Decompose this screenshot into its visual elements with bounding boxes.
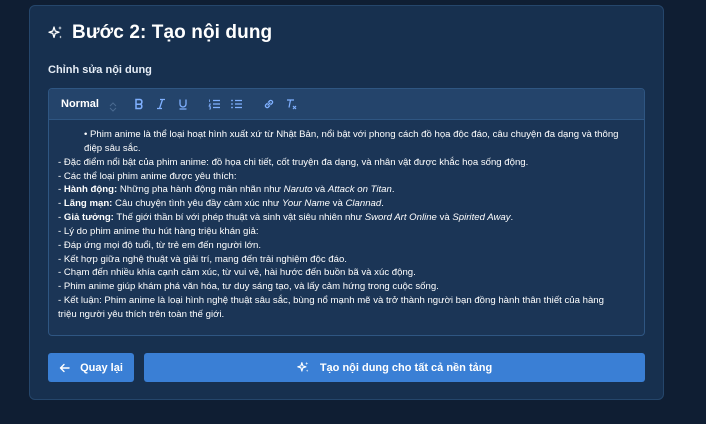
list-item: triệu người yêu thích trên toàn thế giới… [58, 308, 225, 320]
underline-icon[interactable] [175, 97, 191, 111]
arrow-left-icon [59, 363, 70, 373]
editor-toolbar: Normal [49, 89, 644, 120]
list-item: - Lãng mạn: Câu chuyện tình yêu đầy cảm … [58, 198, 384, 210]
step-card: Bước 2: Tạo nội dung Chỉnh sửa nội dung … [29, 5, 664, 400]
list-item: - Kết hợp giữa nghệ thuật và giải trí, m… [58, 253, 347, 265]
bold-icon[interactable] [131, 97, 147, 111]
list-item: - Đặc điểm nổi bật của phim anime: đồ họ… [58, 156, 529, 168]
chevron-updown-icon[interactable] [109, 99, 117, 112]
clear-format-icon[interactable] [283, 97, 299, 111]
back-button-label: Quay lại [80, 361, 123, 374]
link-icon[interactable] [261, 97, 277, 111]
list-item: - Lý do phim anime thu hút hàng triệu kh… [58, 225, 259, 237]
back-button[interactable]: Quay lại [48, 353, 134, 382]
format-select[interactable]: Normal [61, 98, 99, 110]
list-item: - Đáp ứng mọi độ tuổi, từ trẻ em đến ngư… [58, 239, 262, 251]
generate-all-button[interactable]: Tạo nội dung cho tất cả nền tảng [144, 353, 645, 382]
list-item: - Phim anime giúp khám phá văn hóa, tư d… [58, 281, 439, 293]
list-item: - Hành động: Những pha hành động mãn nhã… [58, 184, 395, 196]
bullet-list-icon[interactable] [229, 97, 245, 111]
rich-text-editor[interactable]: Normal • Phim anime là thể loại hoạt hìn… [48, 88, 645, 336]
list-item: - Chạm đến nhiều khía cạnh cảm xúc, từ v… [58, 267, 416, 279]
ordered-list-icon[interactable] [207, 97, 223, 111]
list-item: - Kết luận: Phim anime là loại hình nghệ… [58, 295, 604, 307]
step-header: Bước 2: Tạo nội dung [48, 22, 272, 44]
generate-button-label: Tạo nội dung cho tất cả nền tảng [319, 361, 493, 374]
editor-label: Chỉnh sửa nội dung [48, 64, 152, 76]
editor-content[interactable]: • Phim anime là thể loại hoạt hình xuất … [49, 120, 644, 322]
italic-icon[interactable] [153, 97, 169, 111]
list-item: - Các thể loại phim anime được yêu thích… [58, 170, 237, 182]
list-item: - Giả tưởng: Thế giới thần bí với phép t… [58, 212, 514, 224]
page-title: Bước 2: Tạo nội dung [72, 22, 273, 43]
sparkles-icon [297, 361, 310, 374]
sparkles-icon [48, 25, 64, 41]
list-item: • Phim anime là thể loại hoạt hình xuất … [84, 129, 619, 154]
